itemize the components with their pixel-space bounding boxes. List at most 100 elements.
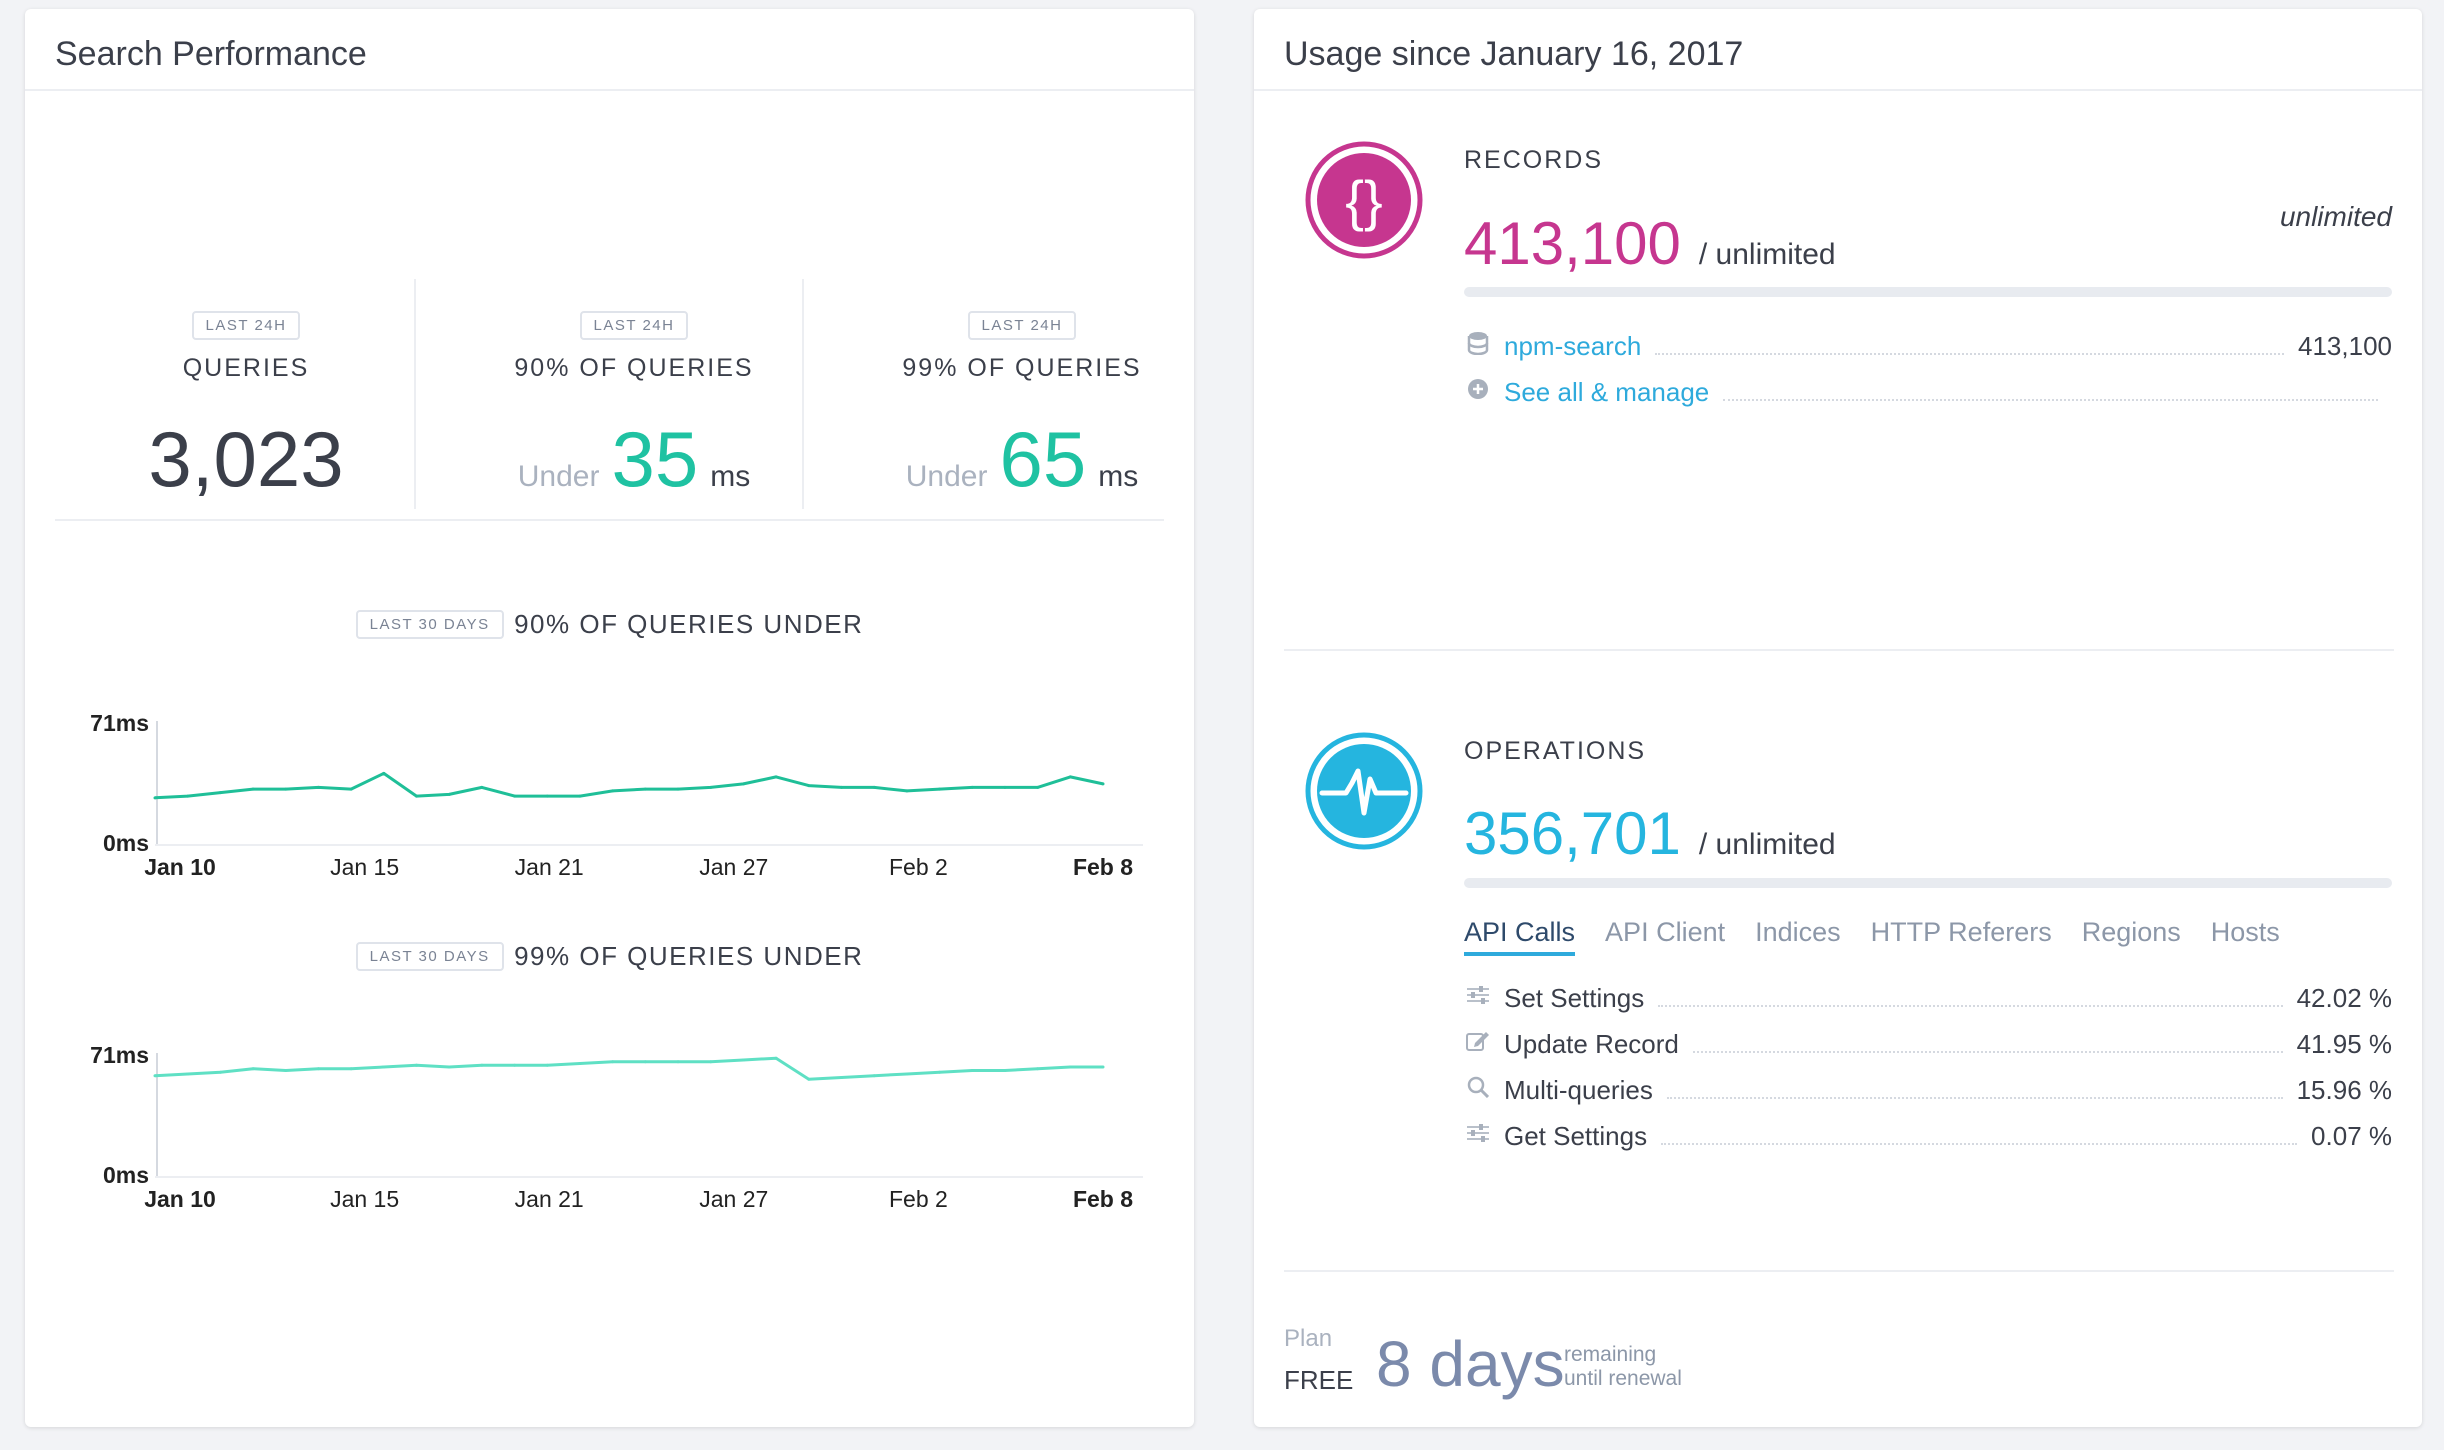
records-limit: / unlimited (1698, 238, 1836, 271)
data-point (807, 1077, 811, 1081)
data-point (545, 794, 549, 798)
records-usage-bar (1464, 287, 2392, 297)
plus-circle-icon (1464, 378, 1492, 406)
data-point (839, 785, 843, 789)
list-item: Get Settings 0.07 % (1464, 1116, 2392, 1156)
operation-percent: 41.95 % (2296, 1028, 2392, 1059)
data-point (741, 782, 745, 786)
data-point (349, 787, 353, 791)
operations-value: 356,701 (1464, 800, 1681, 867)
operation-label: Set Settings (1504, 982, 1645, 1013)
series-line (154, 771, 1104, 800)
index-link[interactable]: npm-search (1504, 331, 1641, 362)
chart-badge: LAST 30 DAYS (355, 610, 504, 639)
kpi-unit: ms (710, 460, 751, 493)
data-point (382, 771, 386, 775)
data-point (709, 785, 713, 789)
kpi-badge: LAST 24H (579, 311, 689, 340)
divider (55, 519, 1164, 521)
operations-tabs: API Calls API Client Indices HTTP Refere… (1464, 917, 2280, 956)
see-all-manage-link[interactable]: See all & manage (1504, 377, 1709, 408)
x-tick-label: Jan 27 (699, 1186, 768, 1212)
data-point (578, 1061, 582, 1065)
sliders-icon (1464, 1123, 1492, 1149)
data-point (316, 785, 320, 789)
records-count: 413,100 / unlimited (1464, 209, 1836, 278)
kpi-badge: LAST 24H (967, 311, 1077, 340)
data-point (741, 1058, 745, 1062)
data-point (611, 1060, 615, 1064)
data-point (415, 1063, 419, 1067)
dotted-leader (1723, 399, 2378, 401)
chart-header-99: LAST 30 DAYS 99% OF QUERIES UNDER (25, 941, 1194, 972)
tab-indices[interactable]: Indices (1755, 917, 1841, 956)
records-value: 413,100 (1464, 210, 1681, 277)
kpi-under-label: Under (517, 460, 600, 493)
operations-title: OPERATIONS (1464, 737, 1647, 765)
data-point (186, 794, 190, 798)
data-point (905, 789, 909, 793)
series-line (154, 1056, 1103, 1081)
panel-header: Search Performance (25, 9, 1194, 91)
data-point (349, 1067, 353, 1071)
sliders-icon (1464, 985, 1492, 1011)
dotted-leader (1666, 1097, 2283, 1099)
list-item[interactable]: See all & manage (1464, 372, 2392, 412)
data-point (153, 796, 157, 800)
tab-hosts[interactable]: Hosts (2211, 917, 2280, 956)
data-point (611, 789, 615, 793)
divider (1284, 649, 2394, 651)
remaining-label: remaining (1564, 1343, 1657, 1366)
tab-api-calls[interactable]: API Calls (1464, 917, 1576, 956)
tab-api-client[interactable]: API Client (1605, 917, 1725, 956)
data-point (513, 1063, 517, 1067)
x-tick-label: Jan 15 (330, 854, 399, 880)
y-tick-label: 0ms (103, 1162, 149, 1188)
operation-label: Update Record (1504, 1028, 1679, 1059)
braces-icon: {} (1305, 141, 1423, 259)
divider (1284, 1270, 2394, 1272)
data-point (251, 1067, 255, 1071)
dotted-leader (1661, 1143, 2298, 1145)
x-tick-label: Feb 2 (889, 854, 948, 880)
dotted-leader (1655, 353, 2285, 355)
panel-title: Search Performance (55, 35, 367, 73)
usage-panel: Usage since January 16, 2017 {} RECORDS … (1254, 9, 2422, 1427)
list-item[interactable]: npm-search 413,100 (1464, 326, 2392, 366)
chart-header-90: LAST 30 DAYS 90% OF QUERIES UNDER (25, 609, 1194, 640)
kpi-value-group: Under 65 ms (828, 414, 1216, 505)
chart-title: 99% OF QUERIES UNDER (514, 941, 864, 971)
data-point (578, 794, 582, 798)
database-icon (1464, 331, 1492, 361)
operation-percent: 0.07 % (2311, 1120, 2392, 1151)
kpi-99-percent: LAST 24H 99% OF QUERIES Under 65 ms (828, 299, 1216, 507)
chart-badge: LAST 30 DAYS (355, 942, 504, 971)
tab-regions[interactable]: Regions (2082, 917, 2181, 956)
operations-limit: / unlimited (1698, 828, 1836, 861)
data-point (872, 785, 876, 789)
data-point (251, 787, 255, 791)
kpi-unit: ms (1098, 460, 1139, 493)
operations-usage-bar (1464, 878, 2392, 888)
kpi-queries: LAST 24H QUERIES 3,023 (52, 299, 440, 507)
data-point (807, 784, 811, 788)
data-point (284, 1068, 288, 1072)
records-limit-label: unlimited (2279, 201, 2392, 232)
records-title: RECORDS (1464, 146, 1604, 174)
data-point (1101, 1065, 1105, 1069)
kpi-value-group: Under 35 ms (440, 414, 828, 505)
data-point (1003, 785, 1007, 789)
data-point (872, 1074, 876, 1078)
y-tick-label: 71ms (90, 710, 149, 736)
edit-icon (1464, 1030, 1492, 1058)
data-point (382, 1065, 386, 1069)
tab-http-referers[interactable]: HTTP Referers (1871, 917, 2052, 956)
data-point (643, 787, 647, 791)
until-renewal-label: until renewal (1564, 1367, 1682, 1390)
y-tick-label: 71ms (90, 1042, 149, 1068)
x-tick-label: Feb 2 (889, 1186, 948, 1212)
data-point (447, 792, 451, 796)
data-point (218, 791, 222, 795)
operation-label: Multi-queries (1504, 1074, 1653, 1105)
x-tick-label: Jan 21 (515, 854, 584, 880)
